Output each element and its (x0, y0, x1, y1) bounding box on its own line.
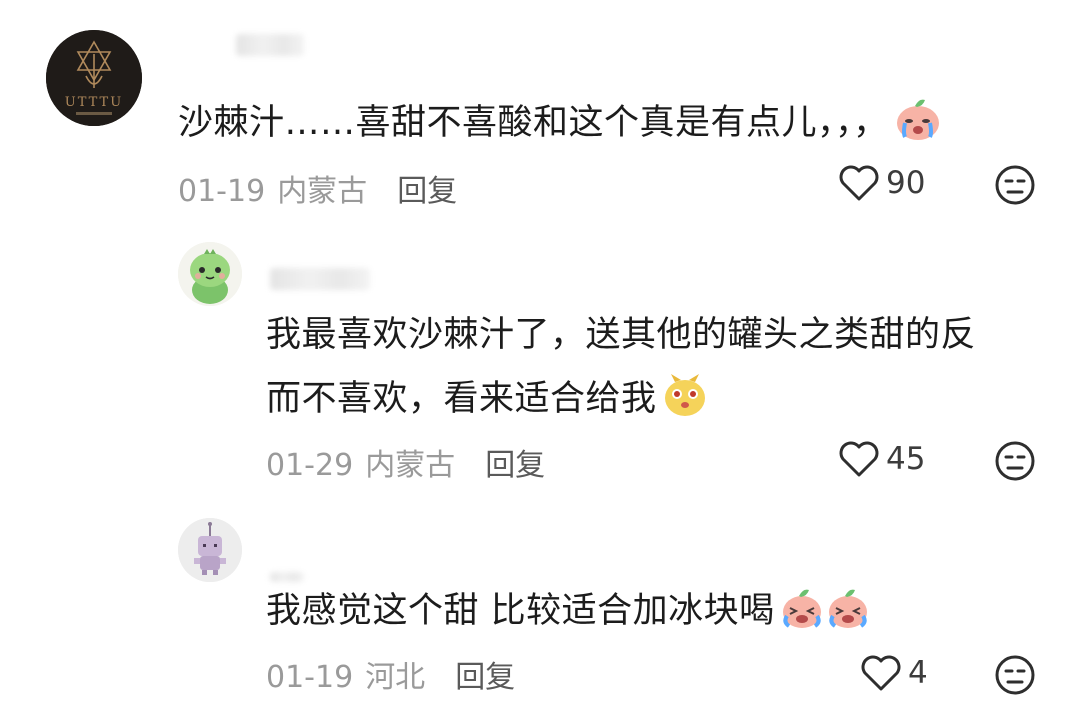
comment-region: 内蒙古 (365, 448, 456, 483)
comment-text-line-2: 而不喜欢，看来适合给我 (266, 366, 709, 440)
like-count: 90 (886, 165, 926, 201)
neutral-face-icon[interactable] (994, 654, 1036, 700)
comment-meta: 01-19 内蒙古 回复 (178, 166, 457, 210)
comment-list: UTTTU 沙棘汁……喜甜不喜酸和这个真是有点儿，，， 01-19 内蒙古 回复 9… (0, 0, 1080, 716)
reply-button[interactable]: 回复 (485, 448, 545, 483)
comment-region: 河北 (365, 660, 426, 695)
comment-meta: 01-29 内蒙古 回复 (266, 440, 545, 484)
avatar[interactable] (178, 518, 242, 582)
comment-text: 沙棘汁……喜甜不喜酸和这个真是有点儿，，， (178, 90, 943, 164)
username[interactable] (270, 268, 370, 290)
like-count: 4 (908, 655, 928, 691)
neutral-face-icon[interactable] (994, 440, 1036, 486)
comment-text: 我最喜欢沙棘汁了，送其他的罐头之类甜的反 (266, 315, 977, 355)
crying-peach-emoji (893, 96, 943, 164)
like-button[interactable]: 4 (860, 654, 928, 692)
username[interactable] (236, 34, 304, 56)
reply-button[interactable]: 回复 (397, 174, 457, 209)
like-count: 45 (886, 441, 926, 477)
heart-outline-icon (861, 655, 901, 691)
crying-peach-emoji (779, 586, 825, 652)
avatar[interactable]: UTTTU (46, 30, 142, 126)
like-button[interactable]: 90 (838, 164, 925, 202)
comment-region: 内蒙古 (277, 174, 368, 209)
cute-yellow-emoji (661, 372, 709, 440)
heart-outline-icon (839, 441, 879, 477)
avatar[interactable] (178, 242, 242, 306)
heart-outline-icon (839, 165, 879, 201)
comment-date: 01-19 (266, 660, 354, 695)
crying-peach-emoji (825, 586, 871, 652)
comment-text: 我感觉这个甜 比较适合加冰块喝 (266, 578, 871, 652)
green-dinosaur-avatar-icon (178, 242, 242, 306)
purple-character-avatar-icon (178, 518, 242, 582)
comment-date: 01-19 (178, 174, 266, 209)
logo-avatar-icon: UTTTU (46, 30, 142, 126)
like-button[interactable]: 45 (838, 440, 925, 478)
reply-button[interactable]: 回复 (455, 660, 515, 695)
svg-text:UTTTU: UTTTU (65, 95, 123, 110)
neutral-face-icon[interactable] (994, 164, 1036, 210)
comment-date: 01-29 (266, 448, 354, 483)
comment-meta: 01-19 河北 回复 (266, 652, 515, 696)
